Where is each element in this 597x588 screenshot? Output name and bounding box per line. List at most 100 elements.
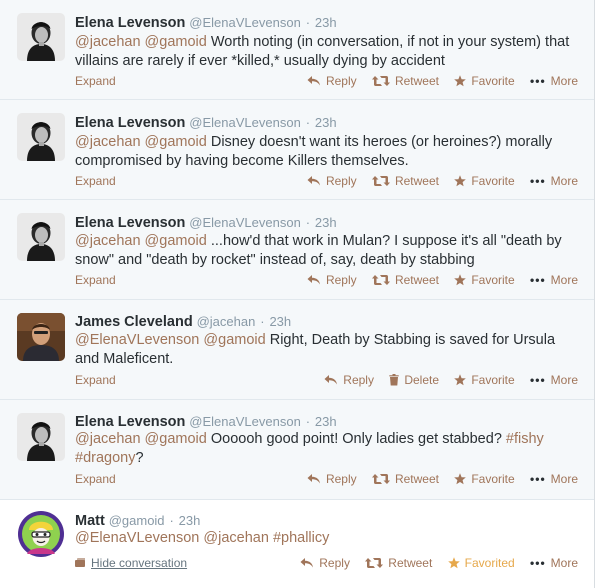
more-button[interactable]: ••• More	[530, 272, 578, 288]
more-button[interactable]: ••• More	[530, 173, 578, 189]
expand-link[interactable]: Expand	[75, 173, 116, 189]
username[interactable]: @ElenaVLevenson	[189, 15, 301, 30]
favorite-button[interactable]: Favorite	[454, 372, 515, 388]
tweet-header: James Cleveland @jacehan · 23h	[75, 312, 291, 331]
favorite-button[interactable]: Favorite	[454, 272, 515, 288]
fullname[interactable]: James Cleveland	[75, 314, 193, 330]
mention-link[interactable]: @gamoid	[203, 332, 265, 348]
timestamp[interactable]: 23h	[269, 314, 291, 329]
reply-button[interactable]: Reply	[324, 372, 374, 388]
more-label: More	[550, 74, 578, 88]
reply-label: Reply	[325, 273, 357, 287]
retweet-button[interactable]: Retweet	[372, 73, 439, 89]
favorited-button[interactable]: Favorited	[448, 555, 515, 571]
star-icon	[454, 274, 466, 286]
avatar[interactable]	[17, 213, 65, 261]
avatar[interactable]	[17, 113, 65, 161]
reply-button[interactable]: Reply	[307, 73, 357, 89]
dots-icon: •••	[530, 472, 546, 486]
retweet-icon	[372, 175, 390, 187]
mention-link[interactable]: @gamoid	[145, 233, 207, 249]
hide-conversation-link[interactable]: Hide conversation	[75, 555, 187, 571]
delete-button[interactable]: Delete	[389, 372, 439, 388]
retweet-button[interactable]: Retweet	[365, 555, 432, 571]
expand-link[interactable]: Expand	[75, 272, 116, 288]
hashtag-link[interactable]: #dragony	[75, 450, 135, 466]
fullname[interactable]: Elena Levenson	[75, 15, 185, 31]
retweet-button[interactable]: Retweet	[372, 272, 439, 288]
expand-link[interactable]: Expand	[75, 372, 116, 388]
reply-arrow-icon	[307, 473, 321, 485]
username[interactable]: @ElenaVLevenson	[189, 414, 301, 429]
favorite-button[interactable]: Favorite	[454, 73, 515, 89]
reply-button[interactable]: Reply	[300, 555, 350, 571]
reply-arrow-icon	[324, 374, 338, 386]
mention-link[interactable]: @jacehan	[75, 34, 141, 50]
mention-link[interactable]: @gamoid	[145, 34, 207, 50]
tweet-header: Matt @gamoid · 23h	[75, 511, 200, 530]
mention-link[interactable]: @jacehan	[75, 134, 141, 150]
retweet-label: Retweet	[394, 273, 439, 287]
separator-dot: ·	[305, 414, 311, 429]
timestamp[interactable]: 23h	[315, 215, 337, 230]
favorite-button[interactable]: Favorite	[454, 471, 515, 487]
reply-label: Reply	[343, 373, 374, 387]
fullname[interactable]: Elena Levenson	[75, 414, 185, 430]
fullname[interactable]: Elena Levenson	[75, 215, 185, 231]
reply-button[interactable]: Reply	[307, 173, 357, 189]
avatar[interactable]	[17, 313, 65, 361]
fullname[interactable]: Elena Levenson	[75, 115, 185, 131]
tweet-text: @jacehan @gamoid Worth noting (in conver…	[75, 33, 580, 71]
more-button[interactable]: ••• More	[530, 73, 578, 89]
tweet-2[interactable]: Elena Levenson @ElenaVLevenson · 23h @ja…	[0, 100, 594, 200]
tweet-actions: Reply Retweet Favorite ••• More	[295, 272, 578, 288]
retweet-icon	[372, 274, 390, 286]
avatar[interactable]	[17, 510, 65, 558]
favorite-label: Favorite	[471, 273, 515, 287]
tweet-4[interactable]: James Cleveland @jacehan · 23h @ElenaVLe…	[0, 300, 594, 400]
reply-button[interactable]: Reply	[307, 471, 357, 487]
username[interactable]: @ElenaVLevenson	[189, 115, 301, 130]
tweet-5[interactable]: Elena Levenson @ElenaVLevenson · 23h @ja…	[0, 400, 594, 500]
more-button[interactable]: ••• More	[530, 372, 578, 388]
retweet-button[interactable]: Retweet	[372, 471, 439, 487]
more-button[interactable]: ••• More	[530, 555, 578, 571]
reply-button[interactable]: Reply	[307, 272, 357, 288]
separator-dot: ·	[305, 15, 311, 30]
timestamp[interactable]: 23h	[315, 115, 337, 130]
username[interactable]: @jacehan	[197, 314, 256, 329]
tweet-1[interactable]: Elena Levenson @ElenaVLevenson · 23h @ja…	[0, 0, 594, 100]
favorite-label: Favorite	[471, 174, 515, 188]
retweet-button[interactable]: Retweet	[372, 173, 439, 189]
tweet-actions: Reply Retweet Favorite ••• More	[295, 471, 578, 487]
mention-link[interactable]: @ElenaVLevenson	[75, 332, 199, 348]
tweet-6[interactable]: Matt @gamoid · 23h @ElenaVLevenson @jace…	[0, 500, 594, 588]
mention-link[interactable]: @jacehan	[203, 530, 269, 546]
expand-link[interactable]: Expand	[75, 73, 116, 89]
fullname[interactable]: Matt	[75, 513, 105, 529]
hashtag-link[interactable]: #phallicy	[273, 530, 329, 546]
reply-arrow-icon	[300, 557, 314, 569]
favorite-button[interactable]: Favorite	[454, 173, 515, 189]
timestamp[interactable]: 23h	[315, 15, 337, 30]
mention-link[interactable]: @gamoid	[145, 134, 207, 150]
expand-link[interactable]: Expand	[75, 471, 116, 487]
timestamp[interactable]: 23h	[179, 513, 201, 528]
avatar[interactable]	[17, 13, 65, 61]
avatar[interactable]	[17, 413, 65, 461]
more-button[interactable]: ••• More	[530, 471, 578, 487]
mention-link[interactable]: @ElenaVLevenson	[75, 530, 199, 546]
star-icon	[454, 374, 466, 386]
tweet-3[interactable]: Elena Levenson @ElenaVLevenson · 23h @ja…	[0, 200, 594, 300]
reply-label: Reply	[319, 556, 350, 570]
hashtag-link[interactable]: #fishy	[506, 431, 544, 447]
username[interactable]: @gamoid	[109, 513, 165, 528]
timestamp[interactable]: 23h	[315, 414, 337, 429]
mention-link[interactable]: @jacehan	[75, 431, 141, 447]
favorite-label: Favorite	[471, 472, 515, 486]
retweet-label: Retweet	[388, 556, 433, 570]
username[interactable]: @ElenaVLevenson	[189, 215, 301, 230]
mention-link[interactable]: @jacehan	[75, 233, 141, 249]
dots-icon: •••	[530, 373, 546, 387]
mention-link[interactable]: @gamoid	[145, 431, 207, 447]
